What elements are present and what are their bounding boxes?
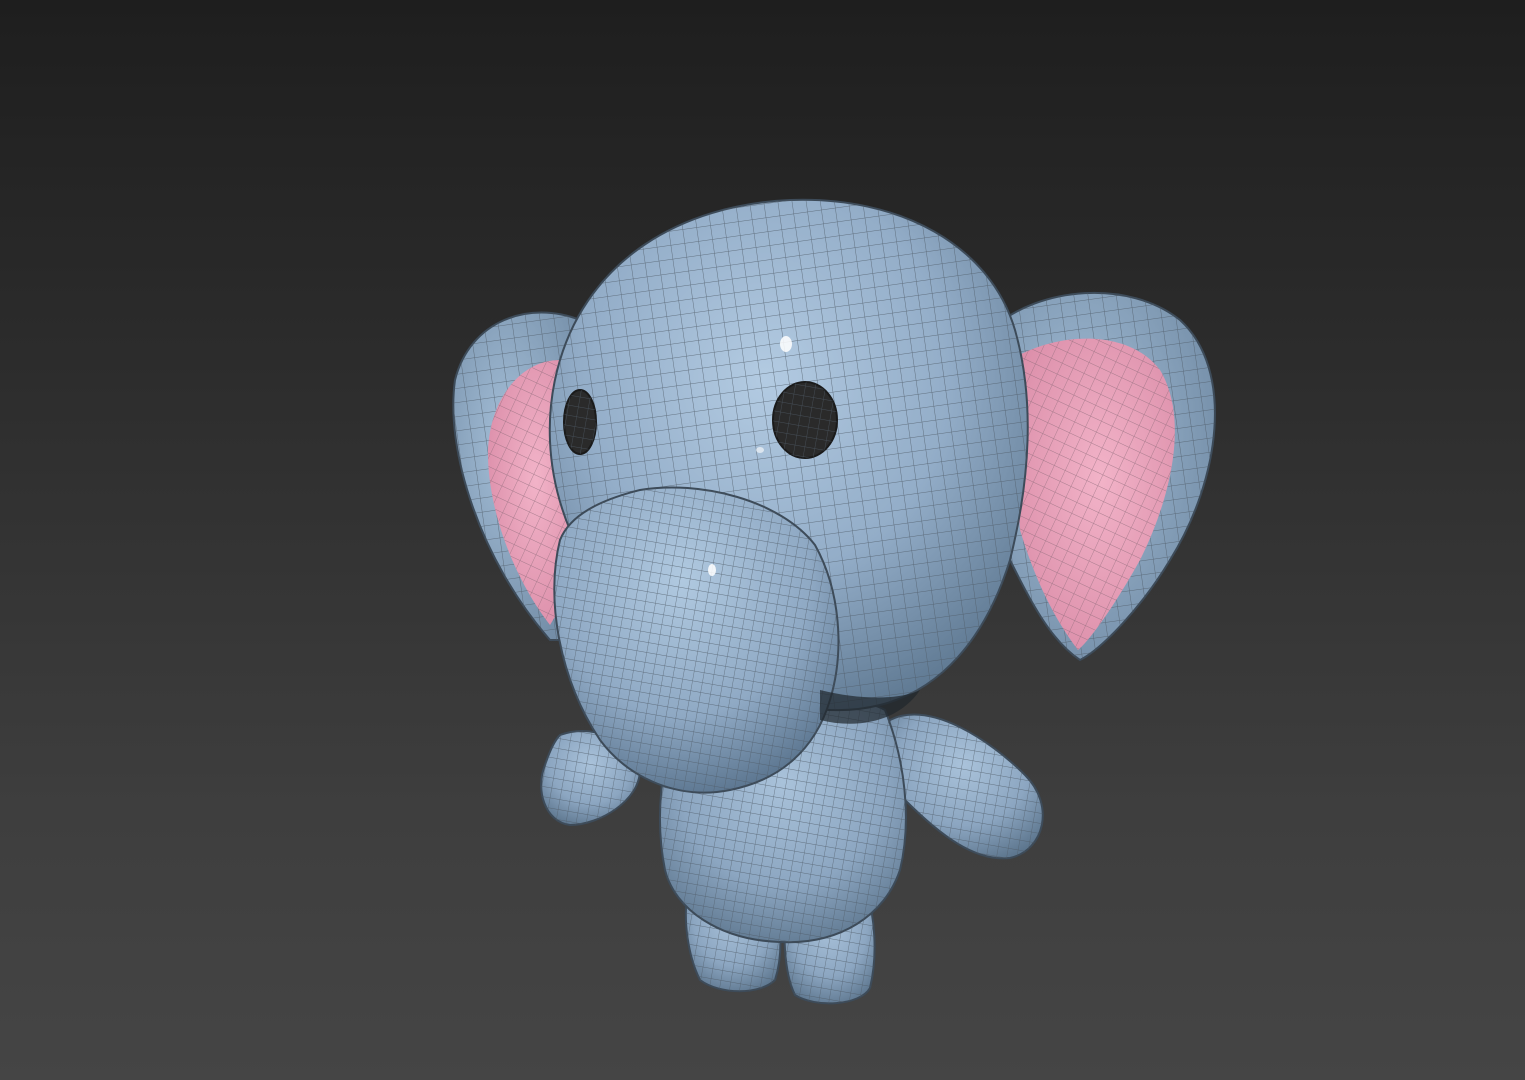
elephant-model[interactable] [0, 0, 1525, 1080]
right-arm [884, 713, 1044, 860]
3d-viewport[interactable] [0, 0, 1525, 1080]
